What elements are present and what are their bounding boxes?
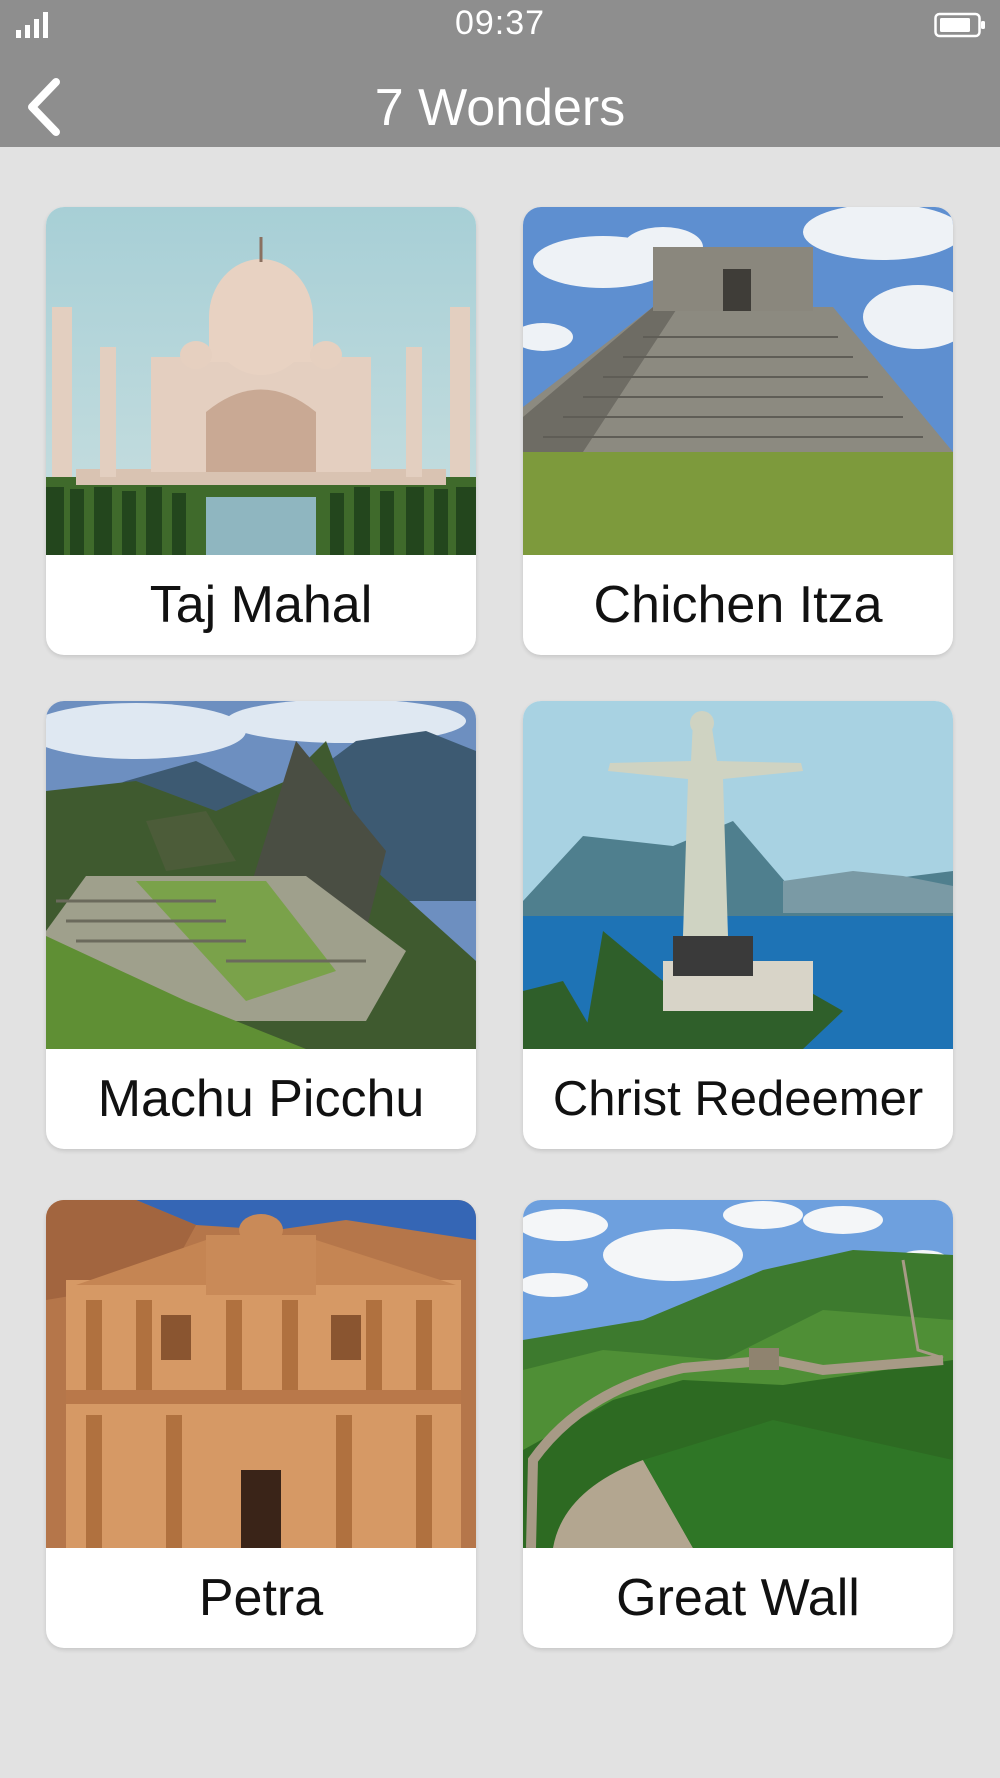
wonder-label: Christ Redeemer [552,1072,924,1126]
wonder-card-petra[interactable]: Petra [46,1200,476,1648]
wonders-grid: Taj Mahal Chichen Itza Machu Picchu Chri… [0,0,1000,1778]
wonder-label: Great Wall [616,1569,860,1627]
machu-picchu-image [46,701,476,1049]
petra-image [46,1200,476,1548]
great-wall-image [523,1200,953,1548]
wonder-card-great-wall[interactable]: Great Wall [523,1200,953,1648]
christ-redeemer-image [523,701,953,1049]
wonder-label: Petra [198,1569,324,1627]
wonder-label: Chichen Itza [593,576,883,634]
wonder-card-christ-redeemer[interactable]: Christ Redeemer [523,701,953,1149]
taj-mahal-image [46,207,476,555]
wonder-card-taj-mahal[interactable]: Taj Mahal [46,207,476,655]
wonder-label: Machu Picchu [97,1070,425,1128]
wonder-label: Taj Mahal [149,576,373,634]
chichen-itza-image [523,207,953,555]
wonder-card-machu-picchu[interactable]: Machu Picchu [46,701,476,1149]
wonder-card-chichen-itza[interactable]: Chichen Itza [523,207,953,655]
